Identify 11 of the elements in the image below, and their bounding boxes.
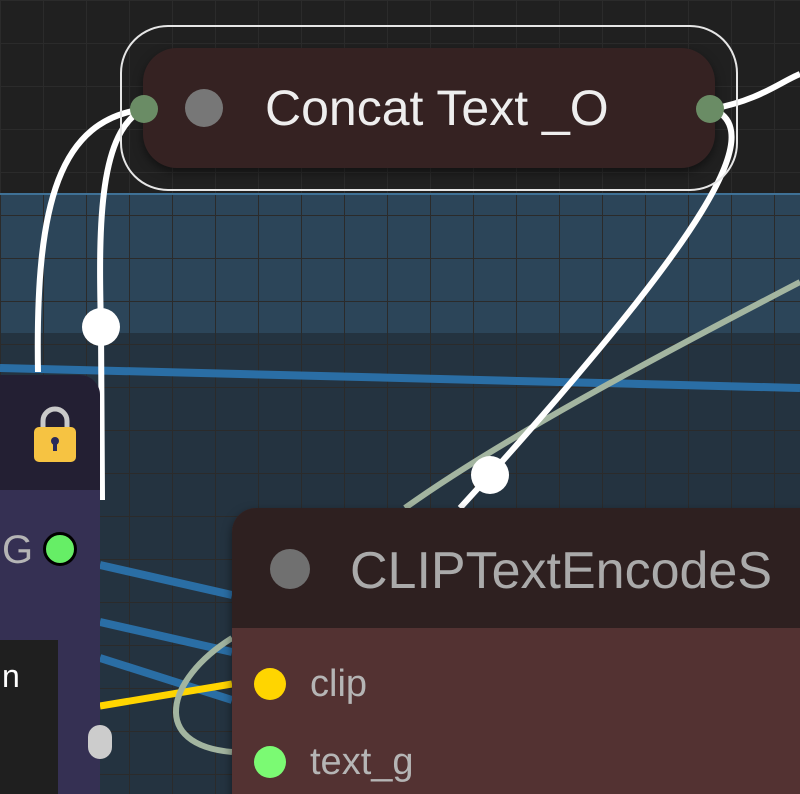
lock-icon[interactable] xyxy=(33,405,77,463)
node-title: Concat Text _O xyxy=(265,83,609,133)
reroute-dot[interactable] xyxy=(82,308,120,346)
reroute-dot[interactable] xyxy=(471,456,509,494)
text-widget[interactable]: n xyxy=(0,640,58,794)
input-label: clip xyxy=(310,665,368,703)
output-label: G xyxy=(2,530,34,570)
input-label: text_g xyxy=(310,743,414,781)
node-title: CLIPTextEncodeS xyxy=(350,545,772,597)
widget-text: n xyxy=(2,660,20,692)
collapsed-node[interactable]: Concat Text _O xyxy=(143,48,715,168)
